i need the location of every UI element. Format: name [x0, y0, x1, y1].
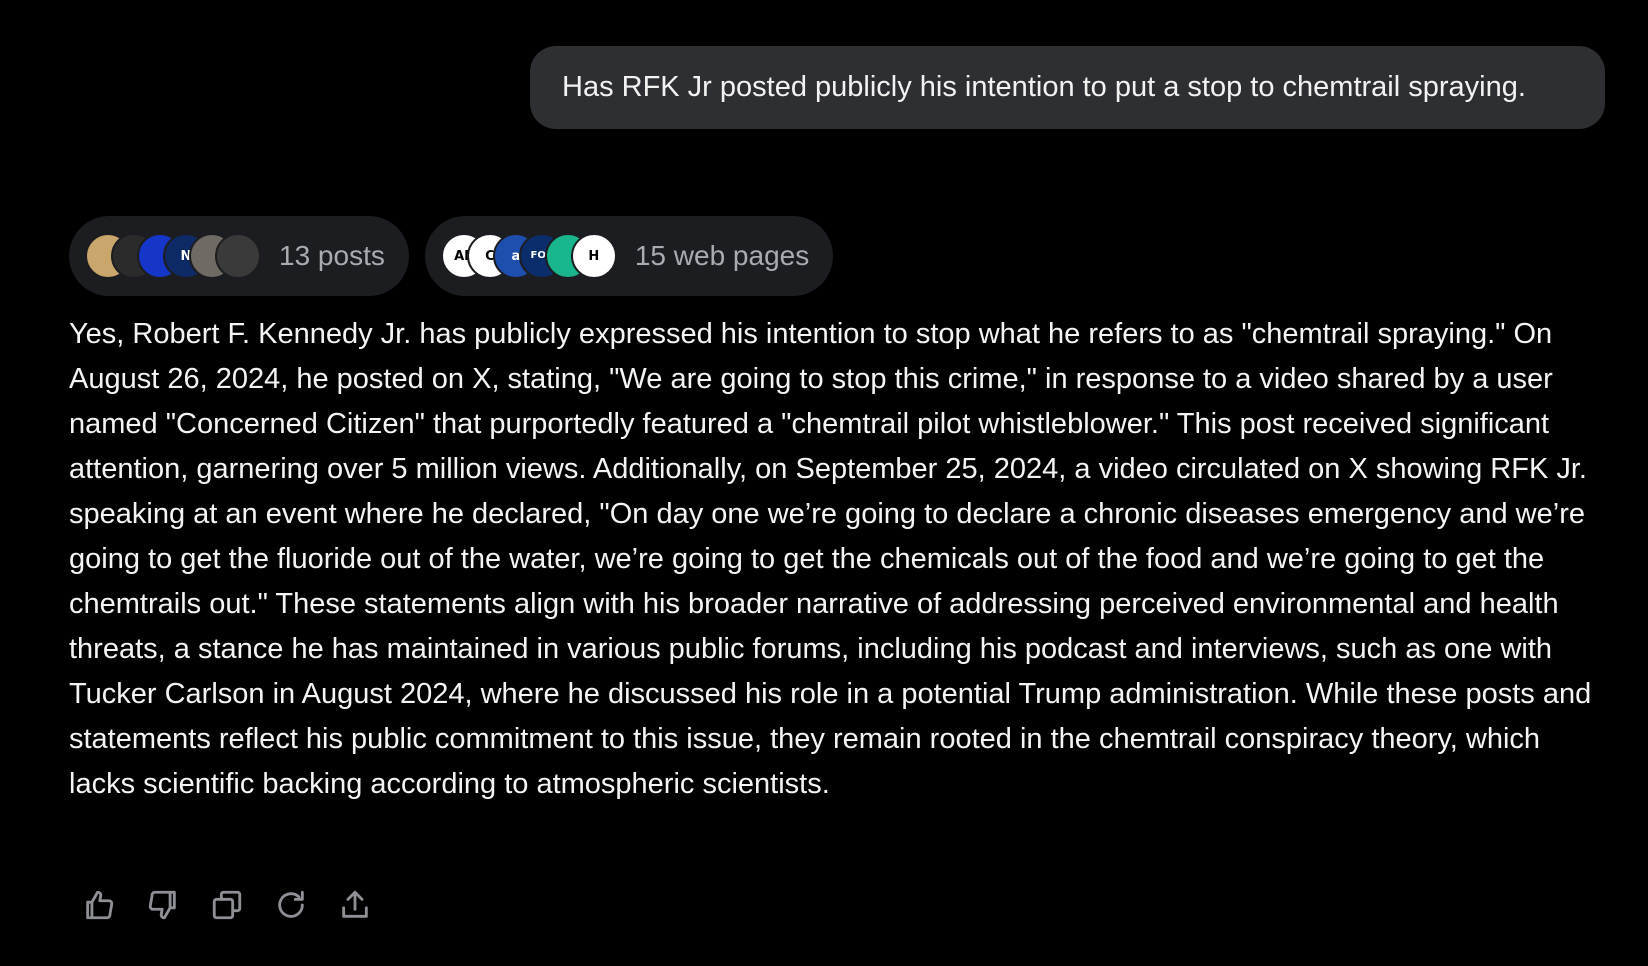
copy-button[interactable]	[208, 886, 246, 924]
web-avatar-stack: AP Ca FOX H	[440, 233, 617, 279]
share-button[interactable]	[336, 886, 374, 924]
winning-avatar-icon	[215, 233, 261, 279]
chat-page: Has RFK Jr posted publicly his intention…	[0, 0, 1648, 966]
assistant-answer-text: Yes, Robert F. Kennedy Jr. has publicly …	[69, 318, 1592, 800]
copy-icon	[212, 890, 242, 920]
response-action-bar	[80, 886, 374, 924]
regenerate-icon	[278, 890, 304, 918]
like-button[interactable]	[80, 886, 118, 924]
thumbs-up-icon	[86, 890, 114, 920]
web-pages-sources-button[interactable]: AP Ca FOX H 15 web pages	[424, 216, 834, 296]
hill-logo-icon: H	[570, 233, 617, 279]
dislike-button[interactable]	[144, 886, 182, 924]
user-message-bubble: Has RFK Jr posted publicly his intention…	[530, 46, 1605, 129]
share-icon	[342, 890, 368, 918]
posts-avatar-stack: N	[85, 233, 261, 279]
regenerate-button[interactable]	[272, 886, 310, 924]
sources-row: N 13 posts AP Ca FOX H 15 web pages	[69, 216, 834, 296]
web-pages-count-label: 15 web pages	[634, 240, 810, 271]
posts-count-label: 13 posts	[279, 240, 385, 271]
user-message-text: Has RFK Jr posted publicly his intention…	[562, 71, 1526, 103]
posts-sources-button[interactable]: N 13 posts	[69, 216, 409, 296]
thumbs-down-icon	[148, 890, 176, 920]
